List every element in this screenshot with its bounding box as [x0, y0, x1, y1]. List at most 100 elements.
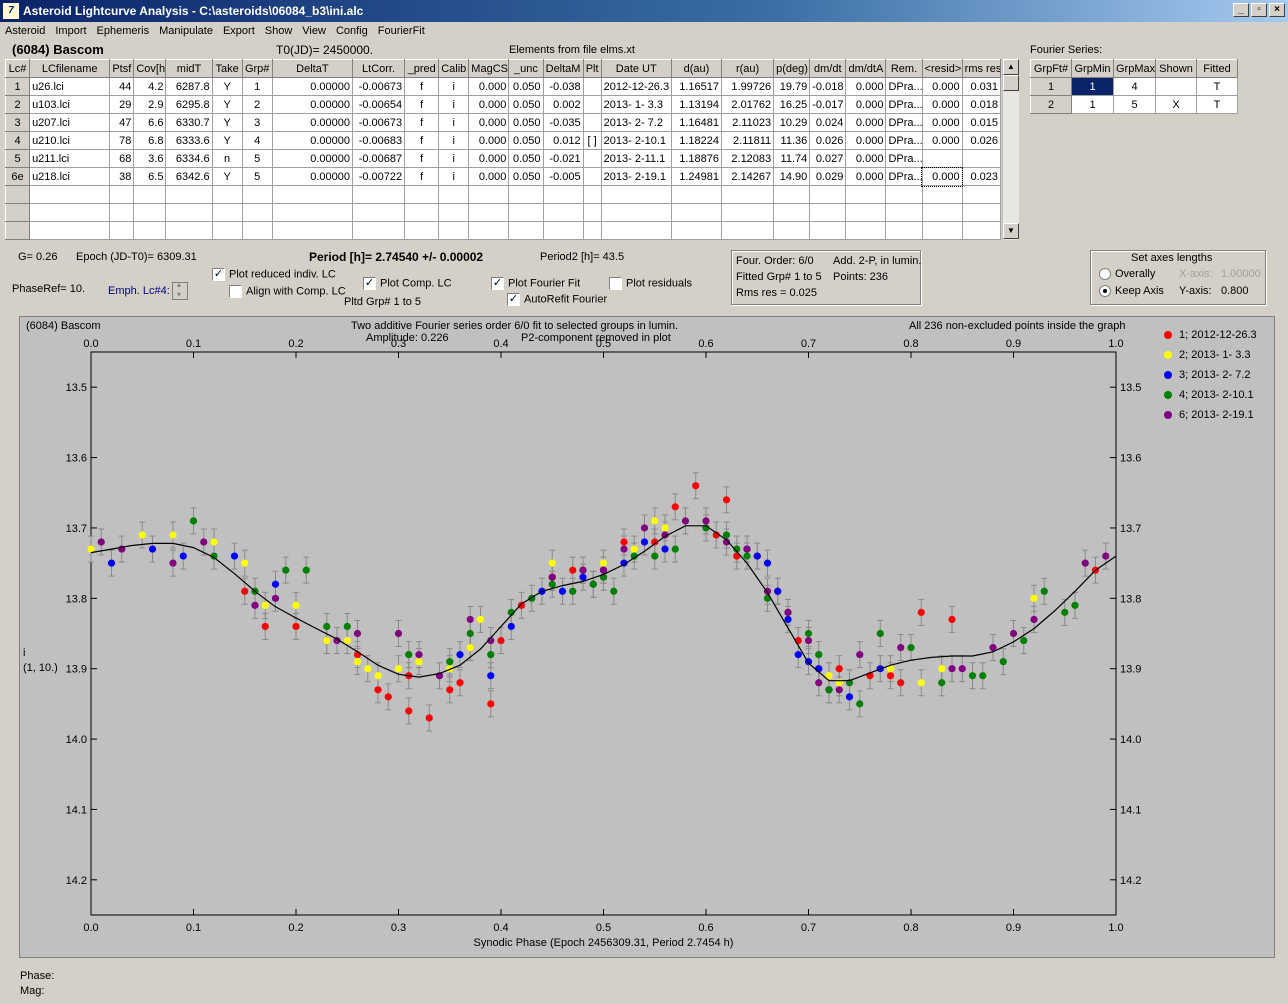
table-cell[interactable]: 0.000	[845, 167, 887, 186]
table-cell[interactable]	[29, 221, 111, 240]
table-cell[interactable]	[961, 149, 1002, 168]
menu-show[interactable]: Show	[260, 25, 298, 37]
fourier-column-header[interactable]: GrpMin	[1071, 59, 1114, 78]
keep-axis-radio[interactable]: Keep Axis	[1099, 285, 1164, 298]
table-cell[interactable]: 0.000	[845, 149, 887, 168]
table-cell[interactable]	[921, 185, 963, 204]
table-cell[interactable]: 0.00000	[271, 131, 353, 150]
table-cell[interactable]: 0.018	[961, 95, 1002, 114]
empty-row[interactable]	[4, 221, 1002, 240]
table-cell[interactable]: 11.74	[773, 149, 811, 168]
table-cell[interactable]	[720, 203, 775, 222]
row-header[interactable]: 2	[1030, 95, 1072, 114]
table-cell[interactable]	[109, 185, 135, 204]
table-cell[interactable]	[600, 221, 672, 240]
table-cell[interactable]: 1.16517	[670, 77, 723, 96]
table-cell[interactable]	[921, 221, 963, 240]
table-cell[interactable]: 68	[109, 149, 135, 168]
table-cell[interactable]: u26.lci	[29, 77, 111, 96]
column-header[interactable]: MagCS	[468, 59, 510, 78]
table-cell[interactable]: 2.12083	[720, 149, 775, 168]
row-header[interactable]: 6e	[4, 167, 31, 186]
column-header[interactable]: LtCorr.	[351, 59, 406, 78]
table-cell[interactable]: DPra...	[885, 149, 923, 168]
menu-config[interactable]: Config	[331, 25, 373, 37]
table-cell[interactable]: -0.00673	[351, 113, 406, 132]
table-cell[interactable]: 0.000	[921, 166, 964, 187]
fourier-cell[interactable]: T	[1196, 95, 1238, 114]
table-cell[interactable]	[109, 203, 135, 222]
table-cell[interactable]	[165, 185, 213, 204]
table-cell[interactable]: 4	[241, 131, 273, 150]
table-cell[interactable]: Y	[211, 95, 243, 114]
table-cell[interactable]	[438, 203, 470, 222]
table-cell[interactable]: -0.00687	[351, 149, 406, 168]
table-cell[interactable]: 0.050	[508, 149, 544, 168]
row-header[interactable]	[4, 203, 31, 222]
table-cell[interactable]: 6333.6	[165, 131, 213, 150]
fourier-row[interactable]: 114T	[1030, 77, 1238, 96]
table-cell[interactable]	[582, 113, 602, 132]
table-cell[interactable]: 14.90	[773, 167, 811, 186]
column-header[interactable]: Take	[211, 59, 243, 78]
table-cell[interactable]	[542, 203, 584, 222]
table-cell[interactable]: 0.031	[961, 77, 1002, 96]
table-cell[interactable]: 0.027	[809, 149, 847, 168]
table-cell[interactable]	[468, 221, 510, 240]
table-cell[interactable]: 19.79	[773, 77, 811, 96]
table-cell[interactable]	[508, 221, 544, 240]
table-cell[interactable]	[109, 221, 135, 240]
table-cell[interactable]: 0.012	[542, 131, 584, 150]
table-cell[interactable]: Y	[211, 113, 243, 132]
table-cell[interactable]	[582, 203, 602, 222]
table-cell[interactable]: i	[438, 167, 470, 186]
y-axis-value[interactable]: 0.800	[1221, 285, 1249, 297]
plot-residuals-checkbox[interactable]: Plot residuals	[609, 277, 692, 290]
menu-import[interactable]: Import	[50, 25, 91, 37]
table-cell[interactable]: 0.024	[809, 113, 847, 132]
table-cell[interactable]: 6334.6	[165, 149, 213, 168]
table-cell[interactable]: 0.000	[468, 131, 510, 150]
table-cell[interactable]	[241, 185, 273, 204]
table-cell[interactable]	[773, 203, 811, 222]
plot-reduced-checkbox[interactable]: ✓ Plot reduced indiv. LC	[212, 268, 336, 281]
table-cell[interactable]	[670, 203, 723, 222]
table-cell[interactable]: -0.017	[809, 95, 847, 114]
table-cell[interactable]: 0.000	[845, 95, 887, 114]
column-header[interactable]: DeltaM	[542, 59, 584, 78]
menu-view[interactable]: View	[297, 25, 331, 37]
table-row[interactable]: 1 u26.lci 44 4.2 6287.8 Y 1 0.00000 -0.00673 f i 0.…	[4, 77, 1002, 96]
close-button[interactable]: ×	[1269, 3, 1285, 17]
table-cell[interactable]: Y	[211, 77, 243, 96]
column-header[interactable]: r(au)	[720, 59, 775, 78]
fourier-column-header[interactable]: GrpMax	[1113, 59, 1156, 78]
table-cell[interactable]	[670, 221, 723, 240]
scroll-down-icon[interactable]: ▼	[1003, 223, 1019, 239]
table-cell[interactable]	[404, 203, 440, 222]
table-cell[interactable]	[211, 221, 243, 240]
table-cell[interactable]: 1.24981	[670, 167, 723, 186]
table-cell[interactable]	[670, 185, 723, 204]
fourier-series-table[interactable]: GrpFt# GrpMin GrpMax Shown Fitted 1 1 4 T 2 1 5 X T	[1030, 59, 1238, 114]
table-cell[interactable]	[809, 221, 847, 240]
table-cell[interactable]	[241, 221, 273, 240]
table-cell[interactable]: 6287.8	[165, 77, 213, 96]
row-header[interactable]: 2	[4, 95, 31, 114]
column-header[interactable]: midT	[165, 59, 213, 78]
table-cell[interactable]	[582, 149, 602, 168]
table-cell[interactable]: 0.00000	[271, 95, 353, 114]
table-cell[interactable]: 2013- 1- 3.3	[600, 95, 672, 114]
table-cell[interactable]: 0.000	[845, 131, 887, 150]
table-cell[interactable]	[468, 185, 510, 204]
table-cell[interactable]	[582, 185, 602, 204]
table-cell[interactable]: 0.000	[845, 113, 887, 132]
table-cell[interactable]	[241, 203, 273, 222]
table-cell[interactable]: 0.00000	[271, 77, 353, 96]
table-cell[interactable]	[961, 221, 1002, 240]
table-cell[interactable]: 2013- 2-10.1	[600, 131, 672, 150]
table-cell[interactable]: 29	[109, 95, 135, 114]
table-cell[interactable]	[600, 203, 672, 222]
table-cell[interactable]: 0.050	[508, 95, 544, 114]
fourier-cell[interactable]: T	[1196, 77, 1238, 96]
table-cell[interactable]: 0.000	[845, 77, 887, 96]
